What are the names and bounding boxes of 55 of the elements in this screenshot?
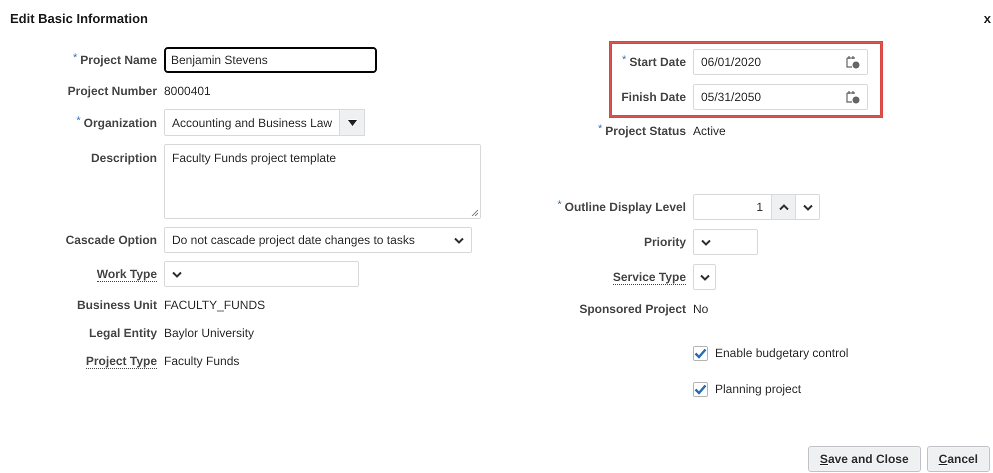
calendar-icon — [846, 90, 860, 104]
checkbox[interactable] — [693, 346, 708, 360]
text-area[interactable]: Faculty Funds project template — [164, 144, 481, 219]
date-field[interactable]: 05/31/2050 — [693, 84, 868, 110]
field-label: Cascade Option — [66, 233, 157, 247]
dialog-button[interactable]: Save and Close — [808, 446, 921, 472]
text-field[interactable]: Benjamin Stevens — [164, 47, 377, 73]
field-label: Business Unit — [76, 298, 157, 312]
chevron-down-icon — [700, 274, 710, 280]
field-label: Sponsored Project — [579, 302, 686, 316]
field-label: Finish Date — [621, 90, 686, 104]
dialog-title: Edit Basic Information — [10, 10, 148, 26]
field-label: Outline Display Level — [564, 200, 686, 214]
field-value: FACULTY_FUNDS — [164, 298, 266, 312]
field-value: No — [693, 302, 708, 316]
field-label: Project Type — [86, 354, 157, 368]
field-label: Start Date — [629, 55, 686, 69]
triangle-down-icon — [348, 120, 357, 126]
field-value: Active — [693, 124, 726, 138]
chevron-down-icon — [701, 238, 711, 246]
select-field[interactable] — [164, 261, 359, 287]
field-label: Project Name — [80, 53, 157, 67]
select-field[interactable]: Do not cascade project date changes to tasks — [164, 227, 472, 253]
dialog-button[interactable]: Cancel — [926, 446, 990, 472]
number-spinner[interactable]: 1 — [693, 194, 820, 220]
select-field[interactable] — [693, 264, 716, 290]
chevron-down-icon — [172, 270, 182, 278]
field-value: Baylor University — [164, 326, 254, 340]
chevron-down-icon — [454, 236, 464, 244]
calendar-icon — [846, 55, 860, 69]
field-label: Legal Entity — [88, 326, 157, 340]
required-asterisk: * — [76, 116, 81, 126]
field-label: Organization — [84, 116, 157, 130]
field-value: 8000401 — [164, 84, 211, 98]
required-asterisk: * — [598, 124, 602, 134]
field-label: Description — [90, 151, 157, 165]
date-field[interactable]: 06/01/2020 — [693, 49, 868, 75]
field-value: Faculty Funds — [164, 354, 240, 368]
field-label: Priority — [644, 235, 686, 249]
chevron-up-icon — [778, 204, 788, 210]
field-label: Project Number — [68, 84, 157, 98]
checkbox-label: Enable budgetary control — [715, 346, 848, 360]
chevron-down-icon — [802, 204, 812, 210]
required-asterisk: * — [73, 53, 78, 63]
close-button[interactable]: x — [984, 10, 993, 26]
select-field[interactable] — [693, 229, 758, 255]
required-asterisk: * — [622, 55, 626, 65]
field-label: Service Type — [612, 270, 686, 284]
checkbox-label: Planning project — [715, 382, 802, 396]
checkbox[interactable] — [693, 382, 708, 396]
required-asterisk: * — [557, 200, 562, 210]
resize-grip-icon — [471, 209, 478, 216]
field-label: Project Status — [605, 124, 686, 138]
increment-button[interactable] — [771, 195, 795, 219]
field-label: Work Type — [96, 266, 157, 282]
